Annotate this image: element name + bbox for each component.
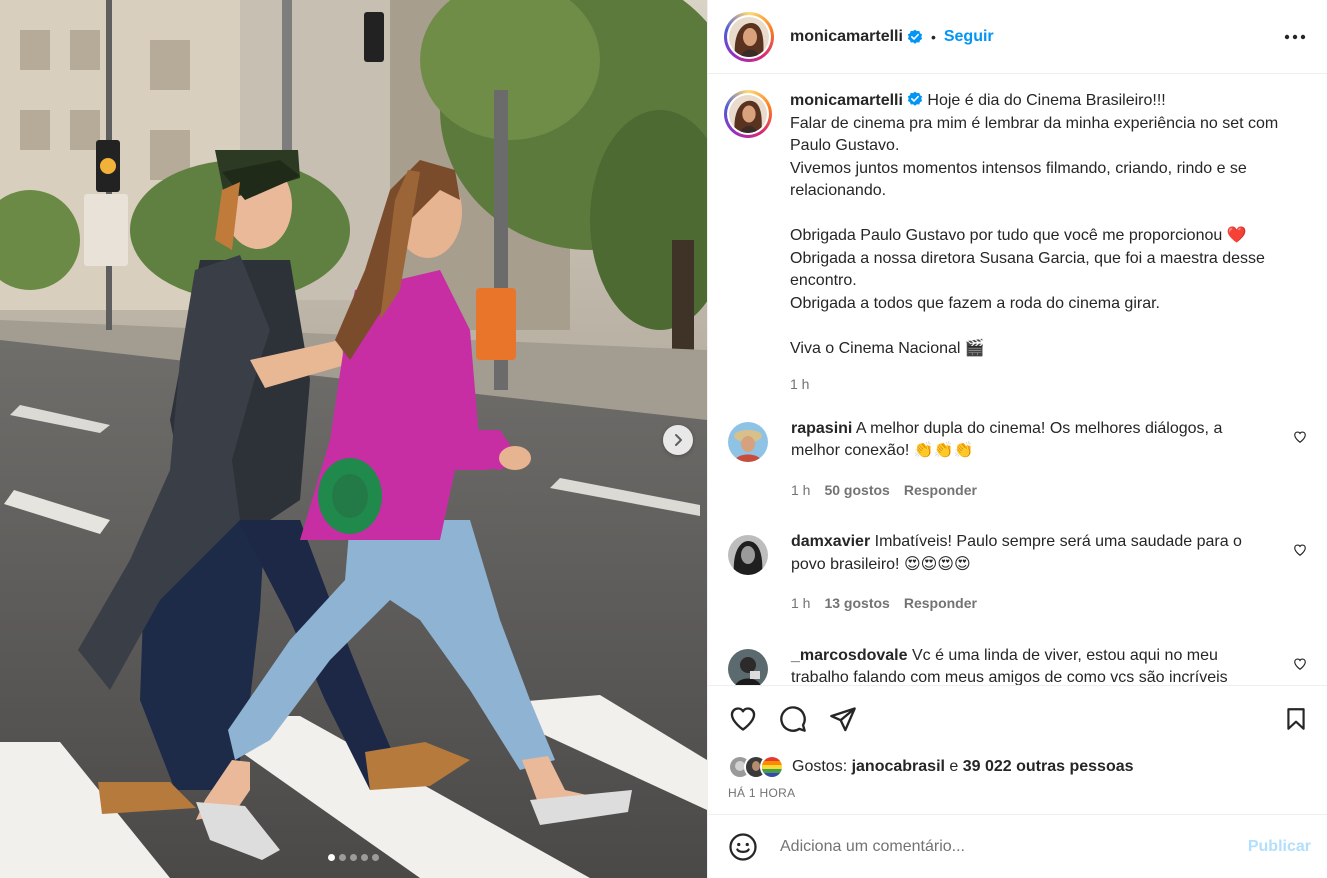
comment-button[interactable] xyxy=(778,704,808,734)
commenter-avatar[interactable] xyxy=(728,421,768,462)
carousel-dot xyxy=(328,854,335,861)
liker-avatar xyxy=(760,755,784,779)
comment-username[interactable]: damxavier xyxy=(791,533,870,550)
comment-time: 1 h xyxy=(791,481,811,498)
comment-likes[interactable]: 13 gostos xyxy=(824,592,889,615)
post-details-panel: monicamartelli • Seguir monicamartelli H… xyxy=(707,0,1327,878)
likes-summary: Gostos: janocabrasil e 39 022 outras pes… xyxy=(728,752,1311,782)
more-horizontal-icon xyxy=(1284,34,1306,39)
likes-prefix: Gostos: xyxy=(792,758,852,775)
comment-item: damxavier Imbatíveis! Paulo sempre será … xyxy=(724,531,1307,615)
author-username[interactable]: monicamartelli xyxy=(790,28,903,46)
comment-item: rapasini A melhor dupla do cinema! Os me… xyxy=(724,418,1307,502)
carousel-dot xyxy=(350,854,357,861)
post-timestamp[interactable]: HÁ 1 HORA xyxy=(728,786,1311,800)
emoji-icon[interactable] xyxy=(728,832,758,862)
comment-likes[interactable]: 50 gostos xyxy=(824,479,889,502)
comment-username[interactable]: _marcosdovale xyxy=(791,647,908,664)
post-media[interactable] xyxy=(0,0,707,878)
caption-text: Hoje é dia do Cinema Brasileiro!!! Falar… xyxy=(790,92,1279,357)
likes-others[interactable]: 39 022 outras pessoas xyxy=(963,758,1134,775)
commenter-avatar[interactable] xyxy=(728,535,768,575)
verified-badge-icon xyxy=(907,29,923,44)
next-slide-button[interactable] xyxy=(663,425,693,455)
like-button[interactable] xyxy=(728,704,758,734)
commenter-avatar-image xyxy=(728,535,768,575)
comment-item: _marcosdovale Vc é uma linda de viver, e… xyxy=(724,645,1307,685)
chevron-right-icon xyxy=(675,434,682,446)
share-button[interactable] xyxy=(828,704,858,734)
comment-input[interactable] xyxy=(780,837,1248,856)
add-comment-bar: Publicar xyxy=(708,814,1327,878)
likes-first-user[interactable]: janocabrasil xyxy=(852,758,945,775)
comment-like-heart-icon[interactable] xyxy=(1293,657,1307,671)
caption-avatar-image xyxy=(729,95,767,133)
reply-button[interactable]: Responder xyxy=(904,592,977,615)
comments-scroll-area[interactable]: monicamartelli Hoje é dia do Cinema Bras… xyxy=(708,74,1327,685)
heart-icon xyxy=(730,707,756,731)
commenter-avatar[interactable] xyxy=(728,648,768,685)
author-avatar[interactable] xyxy=(724,11,774,62)
author-avatar-image xyxy=(729,16,769,57)
save-button[interactable] xyxy=(1281,704,1311,734)
commenter-avatar-image xyxy=(728,648,768,685)
more-options-button[interactable] xyxy=(1283,25,1307,49)
carousel-dot xyxy=(339,854,346,861)
reply-button[interactable]: Responder xyxy=(904,479,977,502)
carousel-indicator xyxy=(0,854,707,861)
post-actions: Gostos: janocabrasil e 39 022 outras pes… xyxy=(708,685,1327,814)
publish-button[interactable]: Publicar xyxy=(1248,838,1311,856)
comment-username[interactable]: rapasini xyxy=(791,420,852,437)
carousel-dot xyxy=(361,854,368,861)
caption-username[interactable]: monicamartelli xyxy=(790,92,903,109)
comment-time: 1 h xyxy=(791,595,811,611)
liker-avatars xyxy=(728,755,784,779)
post-photo xyxy=(0,0,707,878)
carousel-dot xyxy=(372,854,379,861)
comment-like-heart-icon[interactable] xyxy=(1293,430,1307,444)
follow-button[interactable]: Seguir xyxy=(944,28,994,46)
bookmark-icon xyxy=(1287,708,1305,730)
comment-icon xyxy=(780,706,806,732)
header-separator: • xyxy=(930,28,936,45)
likes-connector: e xyxy=(944,758,963,775)
comment-like-heart-icon[interactable] xyxy=(1293,543,1307,557)
comment-text: A melhor dupla do cinema! Os melhores di… xyxy=(791,419,1223,460)
caption-author-avatar[interactable] xyxy=(724,90,772,138)
share-icon xyxy=(830,707,856,732)
verified-badge-icon xyxy=(907,91,923,106)
post-header: monicamartelli • Seguir xyxy=(708,0,1327,74)
post-caption: monicamartelli Hoje é dia do Cinema Bras… xyxy=(724,90,1307,396)
caption-time: 1 h xyxy=(790,376,810,392)
commenter-avatar-image xyxy=(728,421,768,462)
